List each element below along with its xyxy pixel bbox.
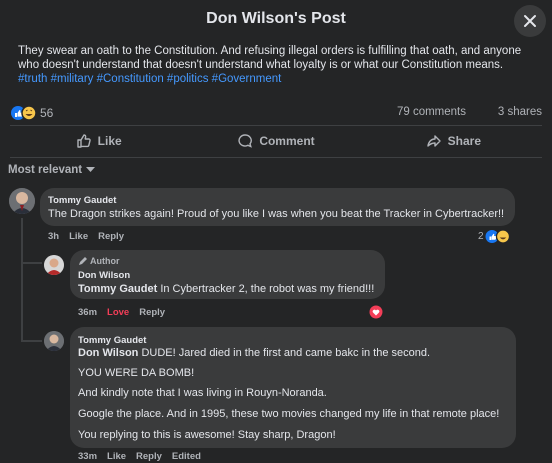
comment-meta: 33m Like Reply Edited <box>78 451 201 462</box>
divider <box>10 157 542 158</box>
sort-label: Most relevant <box>8 164 83 176</box>
close-icon <box>524 15 536 27</box>
comment-text: The Dragon strikes again! Proud of you l… <box>48 208 505 220</box>
author-badge: Author <box>78 256 120 266</box>
comment-love-button[interactable]: Love <box>107 307 129 318</box>
post-text: They swear an oath to the Constitution. … <box>18 45 522 71</box>
avatar[interactable] <box>9 188 35 214</box>
comment-time[interactable]: 36m <box>78 307 97 318</box>
comment-line: YOU WERE DA BOMB! <box>78 367 195 379</box>
comment-icon <box>238 134 253 148</box>
comment-text: Don Wilson DUDE! Jared died in the first… <box>78 346 508 360</box>
comment-like-button[interactable]: Like <box>107 451 126 462</box>
avatar[interactable] <box>44 255 64 275</box>
comment-bubble: Tommy Gaudet The Dragon strikes again! P… <box>40 188 515 226</box>
comment-label: Comment <box>259 134 315 148</box>
shares-count[interactable]: 3 shares <box>498 106 542 118</box>
sort-dropdown[interactable]: Most relevant <box>8 164 96 176</box>
comment-time[interactable]: 33m <box>78 451 97 462</box>
comment-reaction-count: 2 <box>478 231 484 242</box>
thread-line <box>21 218 23 298</box>
caret-down-icon <box>86 167 96 172</box>
commenter-name[interactable]: Don Wilson <box>78 270 130 281</box>
comment-reactions[interactable] <box>369 305 383 322</box>
comment-line: And kindly note that I was living in Rou… <box>78 387 327 399</box>
haha-reaction-icon <box>21 105 37 121</box>
comment-line: You replying to this is awesome! Stay sh… <box>78 429 336 441</box>
share-icon <box>426 135 441 147</box>
love-reaction-icon <box>369 305 383 319</box>
comment-button[interactable]: Comment <box>187 128 364 154</box>
comment-text: Tommy Gaudet In Cybertracker 2, the robo… <box>78 282 383 296</box>
comment-reply-button[interactable]: Reply <box>136 451 162 462</box>
post-stats: 56 79 comments 3 shares <box>10 104 542 122</box>
comment-bubble: Author Don Wilson Tommy Gaudet In Cybert… <box>70 250 385 299</box>
like-button[interactable]: Like <box>10 128 187 154</box>
reaction-icons[interactable] <box>10 105 38 121</box>
comment-bubble: Tommy Gaudet Don Wilson DUDE! Jared died… <box>70 327 516 448</box>
mention-link[interactable]: Tommy Gaudet <box>78 283 157 295</box>
comment-line: DUDE! Jared died in the first and came b… <box>138 347 431 359</box>
comment-reactions[interactable]: 2 <box>478 229 511 244</box>
commenter-name[interactable]: Tommy Gaudet <box>48 195 116 206</box>
edited-label: Edited <box>171 451 201 462</box>
pen-icon <box>79 256 87 265</box>
mention-link[interactable]: Don Wilson <box>78 347 138 359</box>
post-actions: Like Comment Share <box>10 128 542 154</box>
comment-line: Google the place. And in 1995, these two… <box>78 408 500 420</box>
author-badge-label: Author <box>90 256 120 266</box>
close-button[interactable] <box>514 5 546 37</box>
comment-reply-button[interactable]: Reply <box>139 307 165 318</box>
reaction-count[interactable]: 56 <box>40 106 53 120</box>
comment-meta: 3h Like Reply <box>48 231 124 242</box>
post-body: They swear an oath to the Constitution. … <box>18 44 540 86</box>
comment-like-button[interactable]: Like <box>69 231 88 242</box>
thread-line <box>22 262 42 264</box>
comment-time[interactable]: 3h <box>48 231 59 242</box>
comment-reply-button[interactable]: Reply <box>98 231 124 242</box>
thumbs-up-icon <box>76 134 91 148</box>
share-label: Share <box>447 134 481 148</box>
comment-body: In Cybertracker 2, the robot was my frie… <box>157 283 375 295</box>
divider <box>10 125 542 126</box>
post-hashtags[interactable]: #truth #military #Constitution #politics… <box>18 73 281 85</box>
reaction-icons <box>485 229 510 244</box>
post-title: Don Wilson's Post <box>206 10 346 27</box>
thread-line <box>22 340 42 342</box>
like-label: Like <box>97 134 122 148</box>
post-header: Don Wilson's Post <box>0 0 552 38</box>
comments-count[interactable]: 79 comments <box>397 106 466 118</box>
comment-meta: 36m Love Reply <box>78 307 165 318</box>
commenter-name[interactable]: Tommy Gaudet <box>78 335 146 346</box>
avatar[interactable] <box>44 331 64 351</box>
thread-line <box>21 298 23 342</box>
share-button[interactable]: Share <box>365 128 542 154</box>
